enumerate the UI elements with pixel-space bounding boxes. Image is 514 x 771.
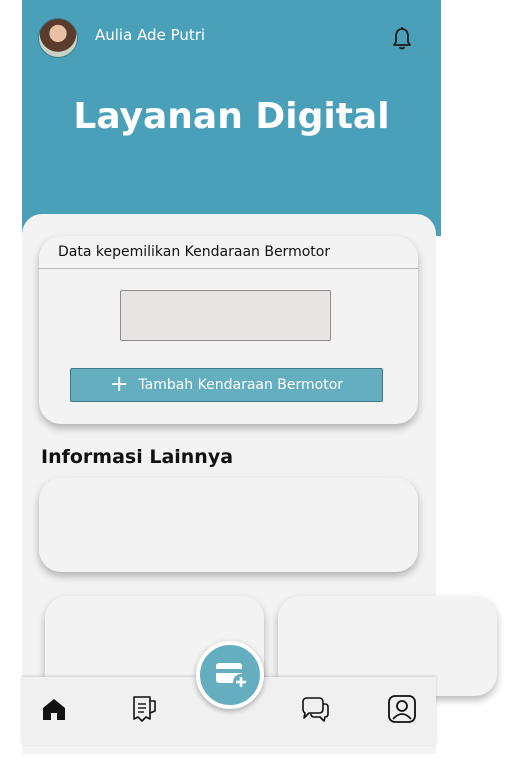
info-card[interactable]: [39, 478, 418, 572]
avatar[interactable]: [38, 18, 78, 58]
vehicle-card-title: Data kepemilikan Kendaraan Bermotor: [58, 244, 331, 260]
user-name: Aulia Ade Putri: [95, 26, 206, 44]
divider: [39, 268, 418, 269]
bell-icon[interactable]: [390, 26, 414, 52]
plus-icon: +: [109, 372, 129, 397]
home-icon[interactable]: [38, 693, 70, 725]
chat-icon[interactable]: [299, 693, 331, 725]
add-vehicle-button[interactable]: + Tambah Kendaraan Bermotor: [70, 368, 383, 402]
info-section-title: Informasi Lainnya: [41, 446, 234, 468]
profile-icon[interactable]: [386, 693, 418, 725]
add-card-icon: [216, 663, 249, 690]
vehicle-ownership-card: Data kepemilikan Kendaraan Bermotor + Ta…: [39, 236, 418, 424]
add-card-fab[interactable]: [196, 641, 264, 709]
add-vehicle-button-label: Tambah Kendaraan Bermotor: [138, 377, 344, 393]
receipt-icon[interactable]: [126, 693, 158, 725]
page-title: Layanan Digital: [73, 96, 390, 137]
vehicle-placeholder: [120, 290, 331, 341]
